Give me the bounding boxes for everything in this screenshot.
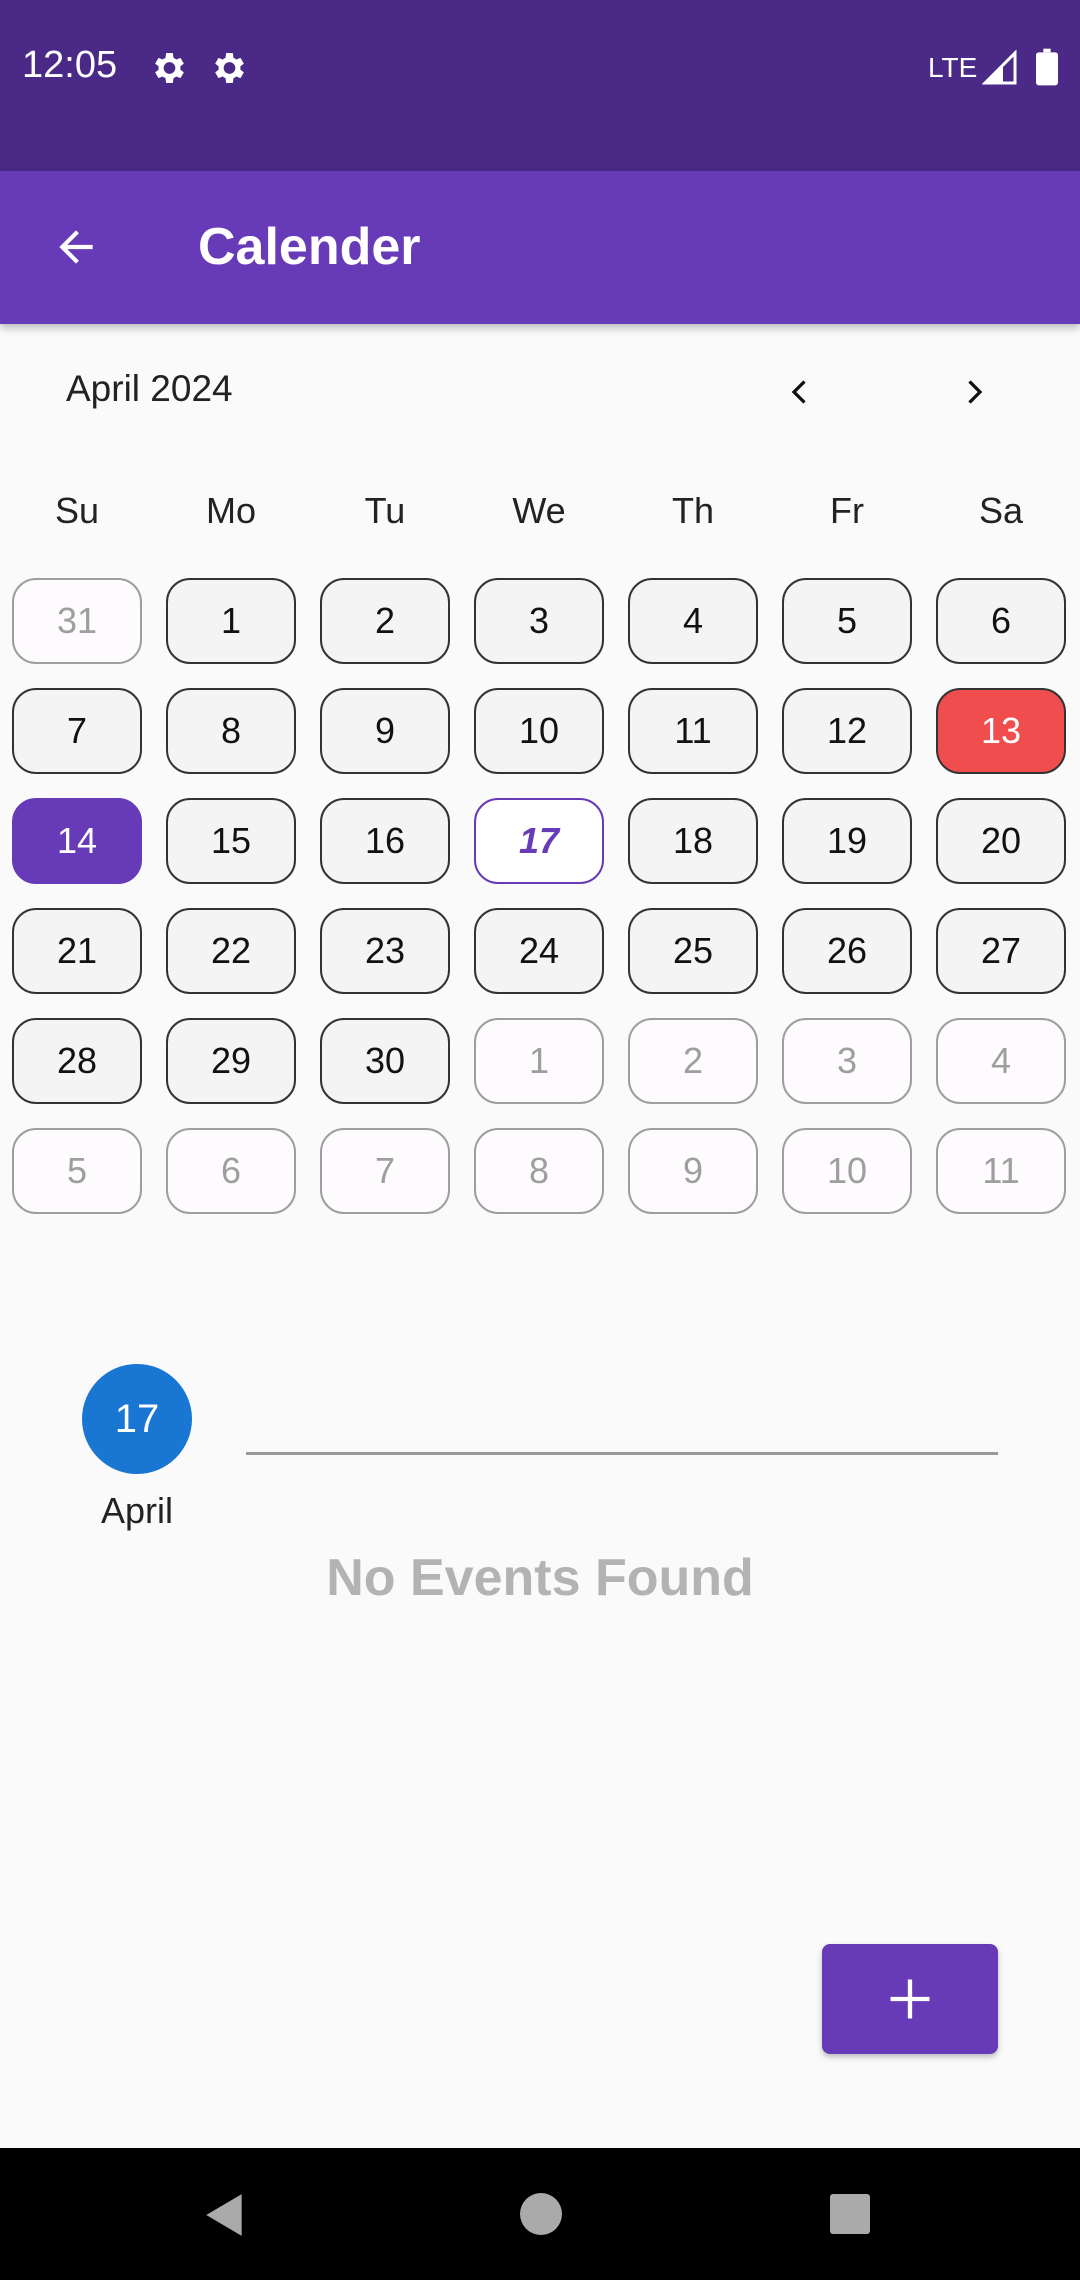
calendar-day-cell[interactable]: 30: [320, 1018, 450, 1104]
calendar-day-cell[interactable]: 22: [166, 908, 296, 994]
status-bar: 12:05 LTE: [0, 0, 1080, 171]
weekday-label: Su: [54, 490, 100, 531]
calendar-day-cell[interactable]: 19: [782, 798, 912, 884]
weekday-label: We: [512, 490, 566, 531]
calendar-day-cell[interactable]: 6: [166, 1128, 296, 1214]
settings-gear-icon: [155, 53, 184, 83]
previous-month-button[interactable]: [770, 362, 830, 422]
network-type-label: LTE: [928, 52, 978, 83]
calendar-day-cell[interactable]: 10: [782, 1128, 912, 1214]
app-bar: Calender: [0, 171, 1080, 324]
calendar-day-cell[interactable]: 1: [166, 578, 296, 664]
calendar-day-cell[interactable]: 10: [474, 688, 604, 774]
weekday-label: Mo: [205, 490, 256, 531]
calendar-day-cell[interactable]: 24: [474, 908, 604, 994]
page-title: Calender: [198, 218, 421, 276]
calendar-day-cell[interactable]: 12: [782, 688, 912, 774]
add-event-button[interactable]: [822, 1944, 998, 2054]
calendar-day-cell[interactable]: 5: [782, 578, 912, 664]
calendar-day-cell[interactable]: 21: [12, 908, 142, 994]
calendar-day-cell[interactable]: 23: [320, 908, 450, 994]
calendar-day-cell[interactable]: 20: [936, 798, 1066, 884]
weekday-label: Fr: [830, 490, 864, 531]
divider: [246, 1452, 998, 1455]
month-year-label: April 2024: [66, 368, 233, 409]
calendar-day-cell[interactable]: 4: [936, 1018, 1066, 1104]
chevron-left-icon: [791, 380, 806, 404]
calendar-day-cell[interactable]: 15: [166, 798, 296, 884]
signal-strength-icon: [982, 50, 1017, 85]
arrow-left-icon: [59, 230, 93, 264]
chevron-right-icon: [968, 380, 983, 404]
calendar-day-cell[interactable]: 8: [166, 688, 296, 774]
calendar-day-cell[interactable]: 6: [936, 578, 1066, 664]
calendar-day-cell[interactable]: 26: [782, 908, 912, 994]
selected-date-month: April: [100, 1490, 174, 1531]
next-month-button[interactable]: [944, 362, 1004, 422]
calendar-day-cell[interactable]: 8: [474, 1128, 604, 1214]
empty-events-message: No Events Found: [326, 1549, 754, 1607]
calendar-day-cell[interactable]: 27: [936, 908, 1066, 994]
nav-home-icon[interactable]: [520, 2193, 562, 2235]
calendar-day-cell[interactable]: 18: [628, 798, 758, 884]
calendar-day-cell[interactable]: 14: [12, 798, 142, 884]
calendar-day-cell[interactable]: 5: [12, 1128, 142, 1214]
calendar-day-cell[interactable]: 2: [320, 578, 450, 664]
calendar-day-cell[interactable]: 1: [474, 1018, 604, 1104]
nav-back-icon[interactable]: [200, 2190, 250, 2240]
calendar-day-cell[interactable]: 9: [628, 1128, 758, 1214]
settings-gear-icon: [215, 53, 244, 83]
calendar-day-cell[interactable]: 3: [782, 1018, 912, 1104]
calendar-day-cell[interactable]: 4: [628, 578, 758, 664]
calendar-day-cell[interactable]: 13: [936, 688, 1066, 774]
calendar-day-cell[interactable]: 7: [12, 688, 142, 774]
calendar-day-cell[interactable]: 31: [12, 578, 142, 664]
battery-icon: [1036, 48, 1058, 86]
weekday-label: Th: [671, 490, 714, 531]
calendar-day-cell[interactable]: 2: [628, 1018, 758, 1104]
calendar-day-cell[interactable]: 9: [320, 688, 450, 774]
calendar-day-cell[interactable]: 25: [628, 908, 758, 994]
plus-icon: [890, 1979, 930, 2019]
system-navigation-bar: [0, 2148, 1080, 2280]
status-time: 12:05: [22, 44, 118, 86]
calendar-day-cell[interactable]: 28: [12, 1018, 142, 1104]
calendar-day-cell[interactable]: 11: [628, 688, 758, 774]
calendar-day-cell[interactable]: 16: [320, 798, 450, 884]
calendar-day-cell[interactable]: 3: [474, 578, 604, 664]
calendar-day-cell[interactable]: 17: [474, 798, 604, 884]
weekday-label: Sa: [978, 490, 1024, 531]
nav-recents-icon[interactable]: [830, 2194, 870, 2234]
calendar-day-cell[interactable]: 7: [320, 1128, 450, 1214]
weekday-label: Tu: [364, 490, 406, 531]
selected-date-badge: 17: [82, 1364, 192, 1474]
back-button[interactable]: [40, 211, 112, 283]
calendar-day-cell[interactable]: 11: [936, 1128, 1066, 1214]
calendar-day-cell[interactable]: 29: [166, 1018, 296, 1104]
